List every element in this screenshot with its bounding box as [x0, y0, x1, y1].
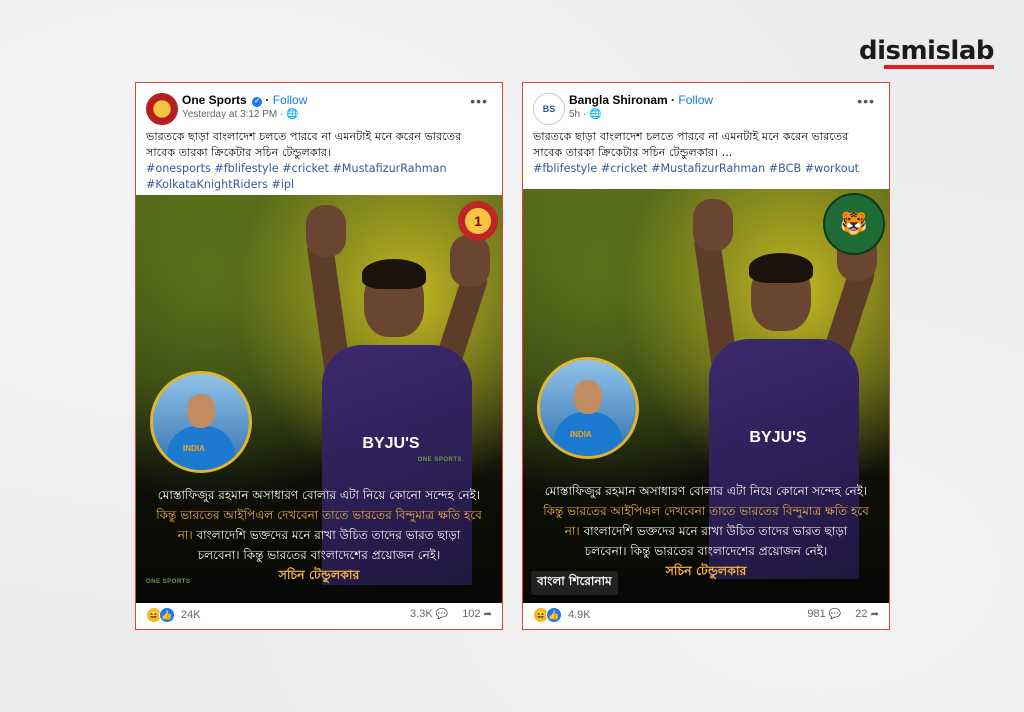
globe-icon: 🌐 — [589, 109, 602, 120]
quote-line2: বাংলাদেশি ভক্তদের মনে রাখা উচিত তাদের ভা… — [583, 524, 848, 558]
post-image[interactable]: BYJU'S 🐯 INDIA মোস্তাফিজুর রহমান অসাধারণ… — [523, 189, 889, 603]
caption-text: ভারতকে ছাড়া বাংলাদেশ চলতে পারবে না এমনট… — [146, 130, 462, 159]
shares-count-link[interactable]: 22 ➦ — [855, 608, 879, 620]
reaction-count: 24K — [181, 609, 201, 621]
share-icon: ➦ — [483, 609, 492, 620]
bangla-shironam-watermark: বাংলা শিরোনাম — [531, 571, 618, 595]
hashtags[interactable]: #onesports #fblifestyle #cricket #Mustaf… — [146, 161, 492, 193]
globe-icon: 🌐 — [286, 109, 299, 120]
comments-count-link[interactable]: 981 💬 — [807, 608, 841, 620]
page-avatar[interactable]: BS — [533, 93, 565, 125]
comment-count: 3.3K — [410, 608, 433, 620]
facebook-post-one-sports: One Sports ✓ · Follow Yesterday at 3:12 … — [135, 82, 503, 630]
player-hair — [362, 259, 427, 289]
more-options-icon[interactable]: ••• — [470, 93, 488, 109]
inset-face — [574, 380, 602, 414]
quote-line1: মোস্তাফিজুর রহমান অসাধারণ বোলার এটা নিয়… — [157, 488, 481, 502]
page-name[interactable]: Bangla Shironam — [569, 93, 668, 107]
like-reaction-icon: 👍 — [546, 607, 562, 623]
quote-signature: সচিন টেন্ডুলকার — [665, 563, 747, 578]
jersey-sponsor: BYJU'S — [362, 435, 420, 452]
post-header: One Sports ✓ · Follow Yesterday at 3:12 … — [146, 91, 492, 129]
inset-face — [187, 394, 215, 428]
page-avatar[interactable] — [146, 93, 178, 125]
comment-icon: 💬 — [828, 609, 842, 620]
inset-shirt: INDIA — [554, 412, 622, 456]
player-hair — [749, 253, 814, 283]
timestamp[interactable]: Yesterday at 3:12 PM — [182, 109, 277, 120]
inset-shirt-text: INDIA — [183, 444, 205, 453]
post-meta: Yesterday at 3:12 PM · 🌐 — [182, 109, 299, 120]
quote-line2: বাংলাদেশি ভক্তদের মনে রাখা উচিত তাদের ভা… — [196, 528, 461, 562]
quote-line1: মোস্তাফিজুর রহমান অসাধারণ বোলার এটা নিয়… — [544, 484, 868, 498]
post-image[interactable]: BYJU'S 1 INDIA ONE SPORTS ONE SPORTS মোস… — [136, 195, 502, 603]
comments-count-link[interactable]: 3.3K 💬 — [410, 608, 448, 620]
engagement-stats: 981 💬 22 ➦ — [807, 608, 879, 620]
post-caption: ভারতকে ছাড়া বাংলাদেশ চলতে পারবে না এমনট… — [146, 129, 492, 193]
follow-button[interactable]: Follow — [273, 93, 308, 107]
post-header: BS Bangla Shironam · Follow 5h · 🌐 ••• — [533, 91, 879, 129]
follow-button[interactable]: Follow — [678, 93, 713, 107]
quote-signature: সচিন টেন্ডুলকার — [278, 567, 360, 582]
comment-count: 981 — [807, 608, 826, 620]
more-options-icon[interactable]: ••• — [857, 93, 875, 109]
sachin-inset-photo: INDIA — [537, 357, 639, 459]
post-footer: 😆 👍 4.9K 981 💬 22 ➦ — [523, 601, 889, 629]
jersey-sponsor: BYJU'S — [749, 429, 807, 446]
engagement-stats: 3.3K 💬 102 ➦ — [410, 608, 492, 620]
post-footer: 😆 👍 24K 3.3K 💬 102 ➦ — [136, 601, 502, 629]
dismislab-logo: dismislab — [858, 36, 995, 66]
hashtags[interactable]: #fblifestyle #cricket #MustafizurRahman … — [533, 161, 879, 177]
shares-count-link[interactable]: 102 ➦ — [462, 608, 492, 620]
inset-shirt-text: INDIA — [570, 430, 592, 439]
player-hand-right — [450, 235, 491, 287]
media-watermark: ONE SPORTS — [417, 457, 462, 463]
verified-badge-icon: ✓ — [252, 97, 263, 107]
post-caption: ভারতকে ছাড়া বাংলাদেশ চলতে পারবে না এমনট… — [533, 129, 879, 177]
one-sports-logo: 1 — [458, 201, 498, 241]
comment-icon: 💬 — [435, 609, 449, 620]
caption-text: ভারতকে ছাড়া বাংলাদেশ চলতে পারবে না এমনট… — [533, 130, 849, 159]
page-name-line: One Sports ✓ · Follow — [182, 93, 308, 107]
share-icon: ➦ — [870, 609, 879, 620]
reaction-count: 4.9K — [568, 609, 591, 621]
timestamp[interactable]: 5h — [569, 109, 580, 120]
quote-text: মোস্তাফিজুর রহমান অসাধারণ বোলার এটা নিয়… — [543, 481, 869, 581]
like-reaction-icon: 👍 — [159, 607, 175, 623]
logo-underline — [884, 65, 994, 69]
share-count: 102 — [462, 608, 481, 620]
player-hand-left — [693, 199, 734, 251]
sachin-inset-photo: INDIA — [150, 371, 252, 473]
facebook-post-bangla-shironam: BS Bangla Shironam · Follow 5h · 🌐 ••• ভ… — [522, 82, 890, 630]
reactions-summary[interactable]: 😆 👍 4.9K — [533, 607, 591, 623]
share-count: 22 — [855, 608, 868, 620]
tiger-logo-icon: 🐯 — [823, 193, 885, 255]
inset-shirt: INDIA — [167, 426, 235, 470]
page-name-line: Bangla Shironam · Follow — [569, 93, 714, 107]
quote-text: মোস্তাফিজুর রহমান অসাধারণ বোলার এটা নিয়… — [156, 485, 482, 585]
reactions-summary[interactable]: 😆 👍 24K — [146, 607, 201, 623]
player-hand-left — [306, 205, 347, 257]
page-name[interactable]: One Sports — [182, 93, 247, 107]
post-meta: 5h · 🌐 — [569, 109, 602, 120]
